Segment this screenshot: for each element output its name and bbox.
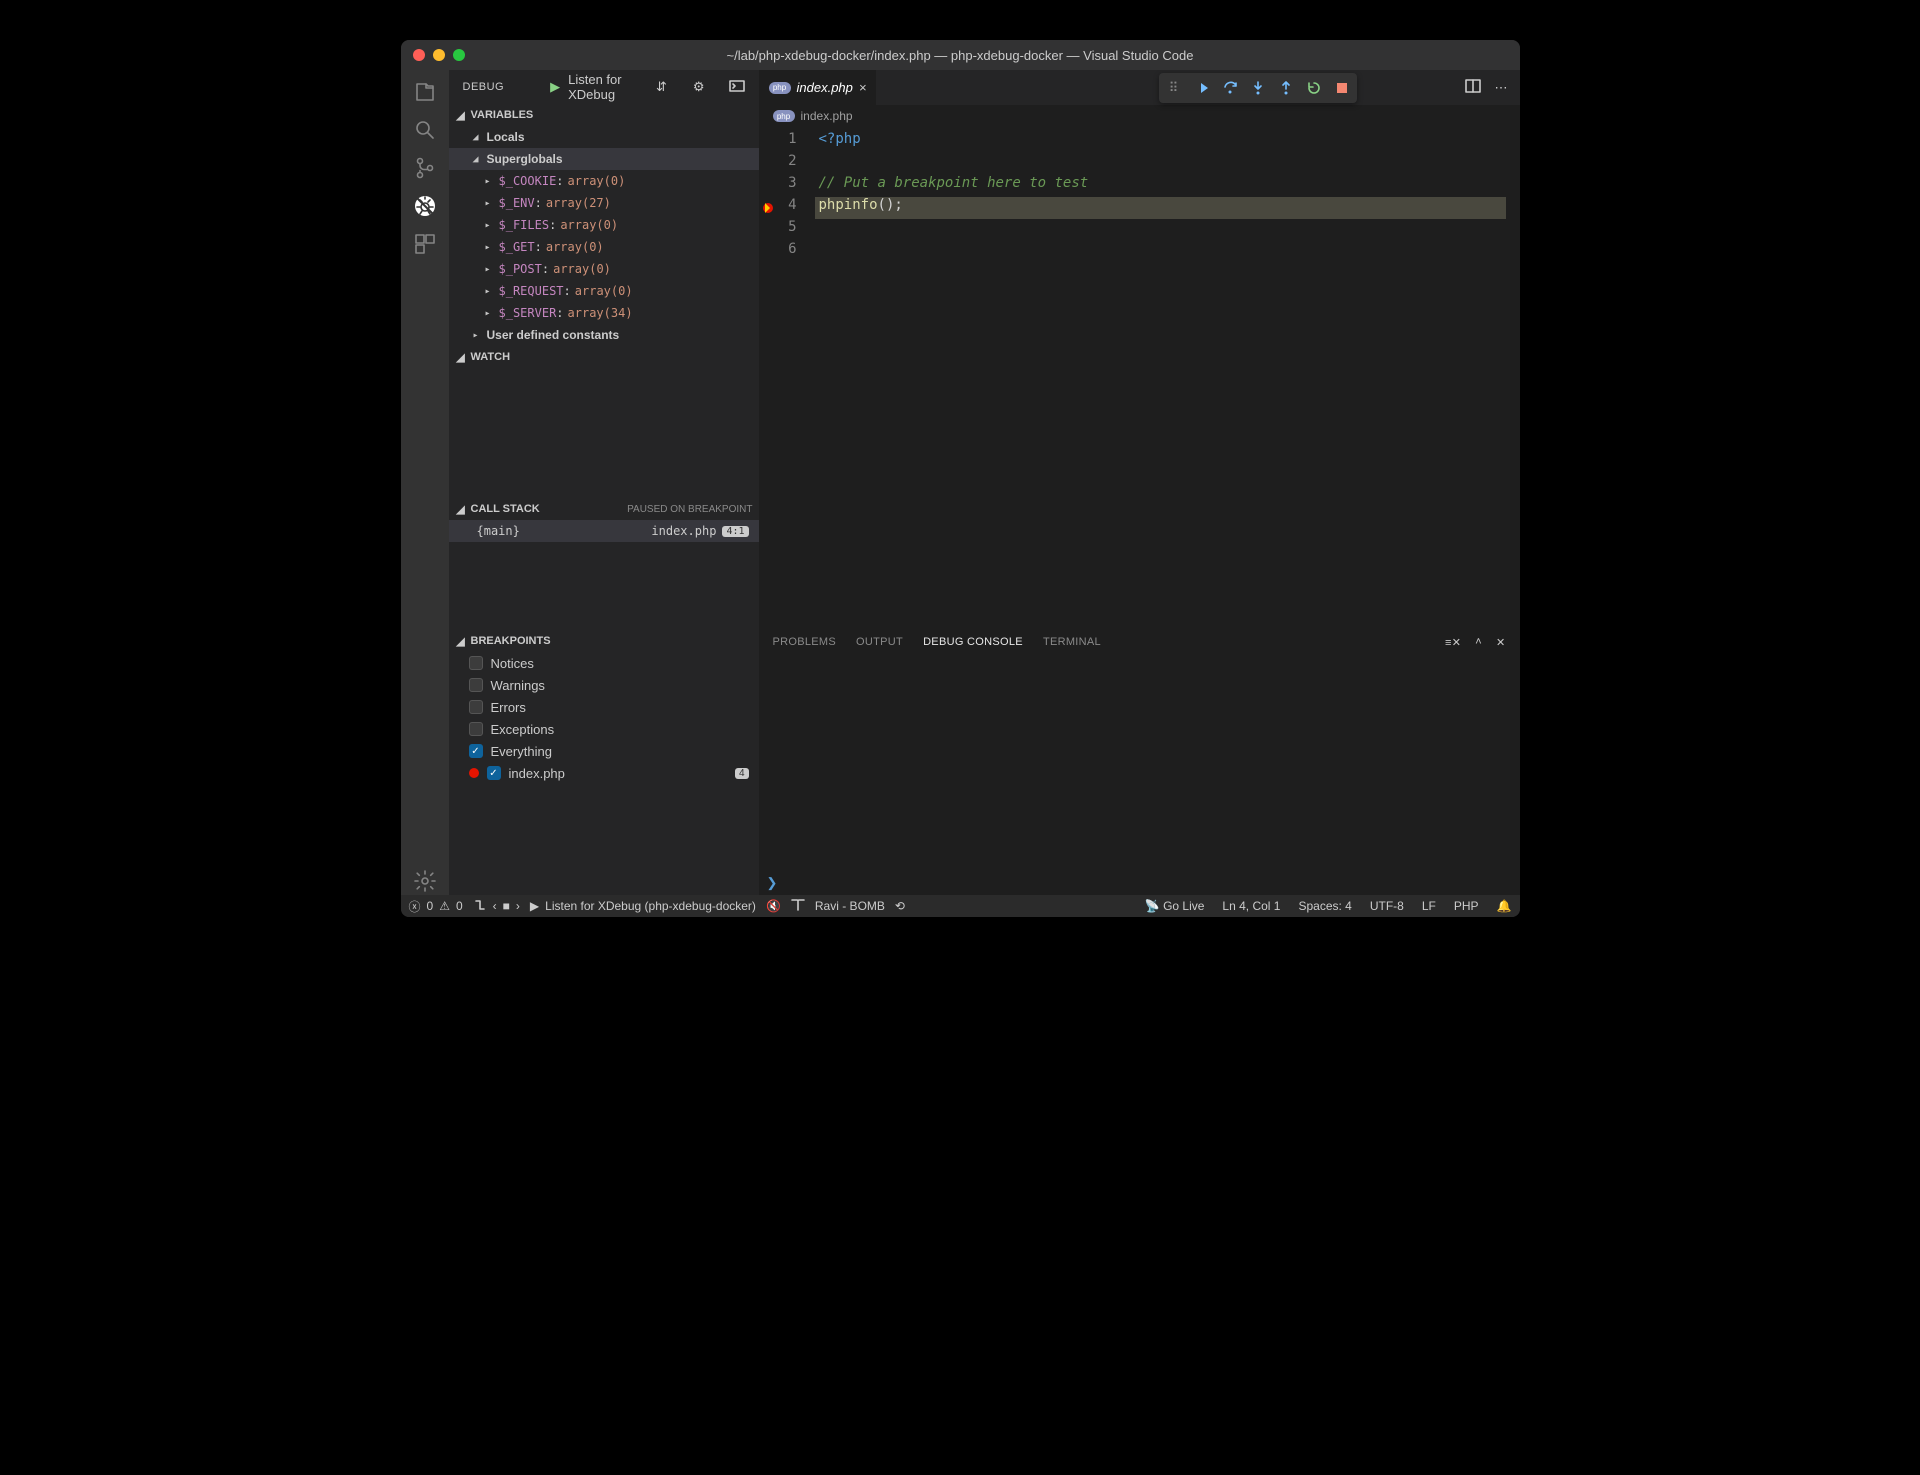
breakpoint-notices[interactable]: Notices: [449, 652, 759, 674]
status-now-playing[interactable]: Ravi - BOMB: [815, 899, 885, 913]
debug-sidebar: DEBUG ▶ Listen for XDebug ⇵ ⚙ ◢VARIABLES…: [449, 70, 759, 895]
callstack-frame[interactable]: {main} index.php 4:1: [449, 520, 759, 542]
variable-env[interactable]: ▸$_ENV: array(27): [449, 192, 759, 214]
breakpoint-everything[interactable]: ✓Everything: [449, 740, 759, 762]
status-indentation[interactable]: Spaces: 4: [1298, 899, 1351, 913]
titlebar: ~/lab/php-xdebug-docker/index.php — php-…: [401, 40, 1520, 70]
php-file-icon: php: [773, 110, 795, 122]
status-problems[interactable]: ⓧ0 ⚠0: [409, 898, 463, 915]
debug-settings-icon[interactable]: ⚙: [693, 79, 705, 95]
status-mute-icon[interactable]: 🔇: [766, 899, 781, 913]
vscode-window: ~/lab/php-xdebug-docker/index.php — php-…: [401, 40, 1520, 917]
breakpoint-exceptions[interactable]: Exceptions: [449, 718, 759, 740]
warning-icon: ⚠: [439, 899, 450, 913]
clear-console-icon[interactable]: ≡✕: [1445, 636, 1461, 649]
split-editor-icon[interactable]: [1465, 78, 1481, 97]
settings-icon[interactable]: [411, 867, 439, 895]
checkbox[interactable]: [469, 678, 483, 692]
checkbox[interactable]: [469, 722, 483, 736]
checkbox[interactable]: ✓: [469, 744, 483, 758]
step-out-button[interactable]: [1273, 75, 1299, 101]
watch-section-header[interactable]: ◢WATCH: [449, 346, 759, 368]
breadcrumbs[interactable]: php index.php: [759, 105, 1520, 127]
status-eol[interactable]: LF: [1422, 899, 1436, 913]
collapse-panel-icon[interactable]: ˄: [1475, 636, 1482, 649]
checkbox[interactable]: [469, 656, 483, 670]
restart-button[interactable]: [1301, 75, 1327, 101]
panel-tab-debug-console[interactable]: DEBUG CONSOLE: [923, 636, 1023, 648]
breakpoint-warnings[interactable]: Warnings: [449, 674, 759, 696]
panel-tab-problems[interactable]: PROBLEMS: [773, 636, 837, 648]
status-book-icon[interactable]: [791, 899, 805, 914]
step-over-button[interactable]: [1217, 75, 1243, 101]
close-panel-icon[interactable]: ✕: [1496, 636, 1506, 649]
debug-config-dropdown[interactable]: Listen for XDebug: [568, 72, 648, 102]
variables-locals[interactable]: ◢Locals: [449, 126, 759, 148]
variable-cookie[interactable]: ▸$_COOKIE: array(0): [449, 170, 759, 192]
breakpoint-errors[interactable]: Errors: [449, 696, 759, 718]
status-next-icon[interactable]: ›: [516, 899, 520, 913]
gutter[interactable]: 123456: [759, 127, 815, 625]
variables-section-header[interactable]: ◢VARIABLES: [449, 104, 759, 126]
status-debug-target[interactable]: ▶ Listen for XDebug (php-xdebug-docker): [530, 899, 756, 913]
breakpoints-section-header[interactable]: ◢BREAKPOINTS: [449, 630, 759, 652]
code-area[interactable]: <?php// Put a breakpoint here to testphp…: [815, 127, 1506, 625]
variable-server[interactable]: ▸$_SERVER: array(34): [449, 302, 759, 324]
stop-button[interactable]: [1329, 75, 1355, 101]
source-control-icon[interactable]: [411, 154, 439, 182]
status-remote-icon[interactable]: [473, 898, 487, 915]
variables-superglobals[interactable]: ◢Superglobals: [449, 148, 759, 170]
status-bar: ⓧ0 ⚠0 ‹ ■ › ▶ Listen for XDebug (php-xde…: [401, 895, 1520, 917]
status-bell-icon[interactable]: 🔔: [1497, 899, 1512, 913]
status-encoding[interactable]: UTF-8: [1370, 899, 1404, 913]
search-icon[interactable]: [411, 116, 439, 144]
status-stop-icon[interactable]: ■: [503, 899, 510, 913]
status-cursor-position[interactable]: Ln 4, Col 1: [1222, 899, 1280, 913]
breakpoint-dot-icon: [469, 768, 479, 778]
drag-handle-icon[interactable]: ⠿: [1161, 75, 1187, 101]
step-into-button[interactable]: [1245, 75, 1271, 101]
activity-bar: [401, 70, 449, 895]
window-title: ~/lab/php-xdebug-docker/index.php — php-…: [401, 48, 1520, 63]
variable-request[interactable]: ▸$_REQUEST: array(0): [449, 280, 759, 302]
debug-console-prompt[interactable]: ❯: [767, 875, 778, 891]
variable-post[interactable]: ▸$_POST: array(0): [449, 258, 759, 280]
continue-button[interactable]: [1189, 75, 1215, 101]
php-file-icon: php: [769, 82, 791, 94]
status-prev-icon[interactable]: ‹: [493, 899, 497, 913]
panel-tab-output[interactable]: OUTPUT: [856, 636, 903, 648]
editor-tabbar: php index.php × ⠿: [759, 70, 1520, 105]
status-go-live[interactable]: 📡 Go Live: [1145, 899, 1205, 913]
debug-toolbar: ⠿: [1159, 73, 1357, 103]
status-sync-icon[interactable]: ⟲: [895, 899, 905, 913]
variable-files[interactable]: ▸$_FILES: array(0): [449, 214, 759, 236]
editor-tab-index-php[interactable]: php index.php ×: [759, 70, 878, 105]
sidebar-title: DEBUG: [463, 81, 505, 93]
close-tab-icon[interactable]: ×: [859, 80, 867, 95]
start-debug-button[interactable]: ▶: [550, 79, 560, 95]
error-icon: ⓧ: [409, 898, 421, 915]
explorer-icon[interactable]: [411, 78, 439, 106]
debug-console-toggle-icon[interactable]: [729, 80, 745, 95]
more-actions-icon[interactable]: ⋯: [1495, 80, 1508, 96]
config-dropdown-icon[interactable]: ⇵: [656, 79, 667, 95]
debug-icon[interactable]: [411, 192, 439, 220]
breakpoint-file[interactable]: ✓index.php4: [449, 762, 759, 784]
variable-get[interactable]: ▸$_GET: array(0): [449, 236, 759, 258]
callstack-section-header[interactable]: ◢CALL STACKPAUSED ON BREAKPOINT: [449, 498, 759, 520]
checkbox[interactable]: ✓: [487, 766, 501, 780]
status-language[interactable]: PHP: [1454, 899, 1479, 913]
variables-user-constants[interactable]: ▸User defined constants: [449, 324, 759, 346]
extensions-icon[interactable]: [411, 230, 439, 258]
panel-tab-terminal[interactable]: TERMINAL: [1043, 636, 1101, 648]
checkbox[interactable]: [469, 700, 483, 714]
minimap[interactable]: [1506, 127, 1520, 625]
